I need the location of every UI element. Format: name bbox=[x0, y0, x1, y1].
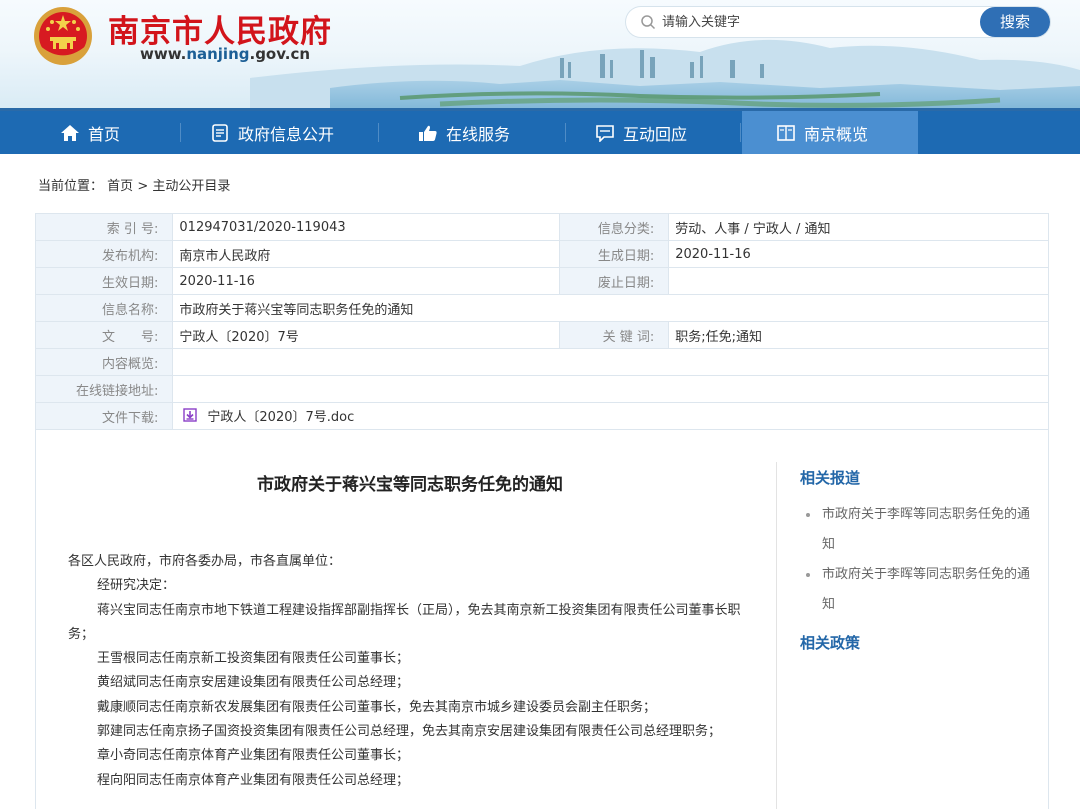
search-button[interactable]: 搜索 bbox=[980, 7, 1050, 37]
document-paragraph: 章小奇同志任南京体育产业集团有限责任公司董事长； bbox=[97, 748, 410, 764]
table-row: 在线链接地址: bbox=[34, 375, 1049, 403]
keywords-label: 关 键 词: bbox=[559, 321, 670, 349]
document-body: 各区人民政府，市府各委办局，市各直属单位： 经研究决定： 蒋兴宝同志任南京市地下… bbox=[68, 550, 748, 793]
site-header: 南京市人民政府 www.nanjing.gov.cn 搜索 bbox=[0, 0, 1080, 111]
search-bar: 搜索 bbox=[626, 7, 1050, 37]
nav-item-overview[interactable]: 南京概览 bbox=[742, 111, 918, 154]
table-row: 信息名称: 市政府关于蒋兴宝等同志职务任免的通知 bbox=[34, 294, 1049, 322]
nav-label-online-service: 在线服务 bbox=[446, 124, 511, 144]
download-cell: 宁政人〔2020〕7号.doc bbox=[172, 402, 1049, 430]
nav-divider bbox=[180, 123, 181, 142]
publisher-value: 南京市人民政府 bbox=[172, 240, 561, 268]
nav-label-interaction: 互动回应 bbox=[623, 124, 688, 144]
table-row: 文 号: 宁政人〔2020〕7号 关 键 词: 职务;任免;通知 bbox=[34, 321, 1049, 349]
doc-number-label: 文 号: bbox=[34, 321, 174, 349]
document-paragraph: 程向阳同志任南京体育产业集团有限责任公司总经理； bbox=[97, 772, 410, 788]
nav-item-home[interactable]: 首页 bbox=[60, 111, 120, 154]
created-date-value: 2020-11-16 bbox=[668, 240, 1049, 268]
online-link-value bbox=[172, 375, 1049, 403]
category-label: 信息分类: bbox=[559, 213, 670, 241]
nav-divider bbox=[565, 123, 566, 142]
index-label: 索 引 号: bbox=[34, 213, 174, 241]
document-salutation: 各区人民政府，市府各委办局，市各直属单位： bbox=[68, 554, 342, 569]
breadcrumb-separator: > bbox=[137, 179, 149, 194]
breadcrumb: 当前位置： 首页 > 主动公开目录 bbox=[38, 175, 230, 194]
table-row: 内容概览: bbox=[34, 348, 1049, 376]
document-title: 市政府关于蒋兴宝等同志职务任免的通知 bbox=[257, 475, 563, 495]
info-name-value: 市政府关于蒋兴宝等同志职务任免的通知 bbox=[172, 294, 1049, 322]
site-url-suffix: .gov.cn bbox=[249, 45, 311, 63]
site-url-domain: nanjing bbox=[186, 45, 250, 63]
related-reports-heading: 相关报道 bbox=[800, 469, 861, 487]
download-link[interactable]: 宁政人〔2020〕7号.doc bbox=[179, 406, 354, 425]
effective-date-label: 生效日期: bbox=[34, 267, 174, 295]
nav-item-gov-info[interactable]: 政府信息公开 bbox=[210, 111, 334, 154]
document-paragraph: 黄绍斌同志任南京安居建设集团有限责任公司总经理； bbox=[97, 675, 410, 691]
download-icon bbox=[183, 408, 198, 422]
table-row: 索 引 号: 012947031/2020-119043 信息分类: 劳动、人事… bbox=[34, 213, 1049, 241]
category-value: 劳动、人事 / 宁政人 / 通知 bbox=[668, 213, 1049, 241]
online-link-label: 在线链接地址: bbox=[34, 375, 174, 403]
book-icon bbox=[777, 124, 795, 141]
document-paragraph: 戴康顺同志任南京新农发展集团有限责任公司董事长，免去其南京市城乡建设委员会副主任… bbox=[97, 699, 657, 715]
main-nav: 首页 政府信息公开 在线服务 互动回应 南京概览 bbox=[0, 111, 1080, 154]
breadcrumb-prefix: 当前位置： bbox=[38, 179, 104, 194]
summary-label: 内容概览: bbox=[34, 348, 174, 376]
document-paragraph: 郭建同志任南京扬子国资投资集团有限责任公司总经理，免去其南京安居建设集团有限责任… bbox=[97, 724, 722, 740]
keywords-value: 职务;任免;通知 bbox=[668, 321, 1049, 349]
related-report-link[interactable]: 市政府关于李晖等同志职务任免的通知 bbox=[806, 560, 1036, 620]
document-paragraph: 经研究决定： bbox=[97, 578, 176, 594]
document-paragraph: 王雪根同志任南京新工投资集团有限责任公司董事长； bbox=[97, 651, 410, 667]
index-value: 012947031/2020-119043 bbox=[172, 213, 561, 241]
search-input[interactable] bbox=[662, 11, 962, 33]
related-reports-list: 市政府关于李晖等同志职务任免的通知 市政府关于李晖等同志职务任免的通知 bbox=[806, 500, 1036, 620]
download-filename: 宁政人〔2020〕7号.doc bbox=[207, 409, 355, 425]
site-url: www.nanjing.gov.cn bbox=[140, 45, 310, 63]
nav-divider bbox=[740, 123, 741, 142]
publisher-label: 发布机构: bbox=[34, 240, 174, 268]
nav-label-overview: 南京概览 bbox=[804, 124, 869, 144]
nav-divider bbox=[378, 123, 379, 142]
summary-value bbox=[172, 348, 1049, 376]
expire-date-value bbox=[668, 267, 1049, 295]
table-row: 文件下载: 宁政人〔2020〕7号.doc bbox=[34, 402, 1049, 430]
created-date-label: 生成日期: bbox=[559, 240, 670, 268]
table-row: 发布机构: 南京市人民政府 生成日期: 2020-11-16 bbox=[34, 240, 1049, 268]
national-emblem-icon bbox=[34, 7, 92, 65]
home-icon bbox=[61, 124, 79, 141]
table-row: 生效日期: 2020-11-16 废止日期: bbox=[34, 267, 1049, 295]
site-url-prefix: www. bbox=[140, 45, 187, 63]
nav-item-online-service[interactable]: 在线服务 bbox=[418, 111, 510, 154]
expire-date-label: 废止日期: bbox=[559, 267, 670, 295]
nav-label-home: 首页 bbox=[88, 124, 121, 144]
chat-icon bbox=[596, 124, 614, 142]
breadcrumb-current[interactable]: 主动公开目录 bbox=[152, 179, 230, 194]
related-policies-heading: 相关政策 bbox=[800, 634, 861, 652]
nav-item-interaction[interactable]: 互动回应 bbox=[595, 111, 687, 154]
search-icon bbox=[641, 15, 656, 30]
sidebar-divider bbox=[776, 462, 777, 809]
effective-date-value: 2020-11-16 bbox=[172, 267, 561, 295]
doc-number-value: 宁政人〔2020〕7号 bbox=[172, 321, 561, 349]
info-name-label: 信息名称: bbox=[34, 294, 174, 322]
download-label: 文件下载: bbox=[34, 402, 174, 430]
nav-label-gov-info: 政府信息公开 bbox=[238, 124, 335, 144]
document-paragraph: 蒋兴宝同志任南京市地下铁道工程建设指挥部副指挥长（正局），免去其南京新工投资集团… bbox=[68, 602, 741, 642]
thumbs-up-icon bbox=[419, 125, 437, 141]
breadcrumb-home-link[interactable]: 首页 bbox=[107, 179, 133, 194]
related-report-link[interactable]: 市政府关于李晖等同志职务任免的通知 bbox=[806, 500, 1036, 560]
document-icon bbox=[212, 123, 228, 142]
document-metadata-table: 索 引 号: 012947031/2020-119043 信息分类: 劳动、人事… bbox=[34, 213, 1049, 430]
